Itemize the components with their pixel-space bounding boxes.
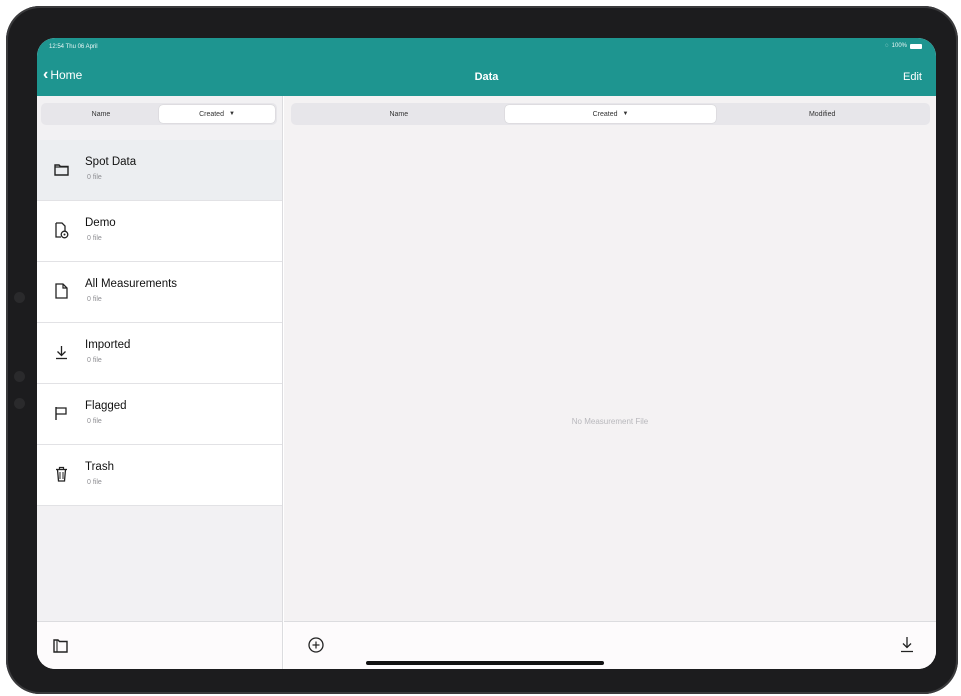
item-file-count: 0 file bbox=[87, 174, 102, 181]
main-content: Name Created ▼ Modified No Measurement F… bbox=[284, 96, 936, 669]
sidebar-toolbar bbox=[37, 621, 282, 669]
app-screen: 12:54 Thu 06 April ◌ 100% ‹ Home Data Ed… bbox=[37, 38, 936, 669]
sort-option-label: Created bbox=[592, 110, 618, 118]
item-file-count: 0 file bbox=[87, 357, 102, 364]
new-folder-icon[interactable] bbox=[53, 639, 68, 658]
top-bar: 12:54 Thu 06 April ◌ 100% ‹ Home Data Ed… bbox=[37, 38, 936, 96]
sort-option-created[interactable]: Created ▼ bbox=[159, 105, 275, 123]
sort-option-label: Modified bbox=[808, 110, 836, 118]
sidebar-item-demo[interactable]: Demo 0 file bbox=[37, 201, 282, 262]
trash-icon bbox=[53, 465, 69, 483]
item-file-count: 0 file bbox=[87, 296, 102, 303]
status-bar: 12:54 Thu 06 April ◌ 100% bbox=[37, 38, 936, 56]
status-indicators: ◌ 100% bbox=[885, 43, 922, 49]
item-title: Spot Data bbox=[85, 156, 137, 168]
folder-list: Spot Data 0 file Demo 0 file All Measure… bbox=[37, 140, 282, 506]
demo-document-icon bbox=[53, 221, 69, 239]
device-side-button bbox=[14, 292, 25, 303]
item-title: Imported bbox=[85, 339, 131, 351]
item-title: Demo bbox=[85, 217, 116, 229]
sort-option-label: Name bbox=[389, 110, 409, 118]
sort-option-name[interactable]: Name bbox=[43, 105, 159, 123]
edit-button[interactable]: Edit bbox=[903, 71, 922, 83]
sort-option-label: Name bbox=[91, 110, 111, 118]
battery-icon bbox=[910, 43, 922, 49]
sidebar-sort-control: Name Created ▼ bbox=[41, 103, 277, 125]
folder-icon bbox=[53, 160, 69, 178]
document-icon bbox=[53, 282, 69, 300]
sidebar-item-all-measurements[interactable]: All Measurements 0 file bbox=[37, 262, 282, 323]
download-icon[interactable] bbox=[900, 636, 914, 658]
caret-down-icon: ▼ bbox=[622, 111, 629, 117]
add-circle-icon[interactable] bbox=[308, 637, 324, 658]
item-file-count: 0 file bbox=[87, 479, 102, 486]
status-time: 12:54 Thu 06 April bbox=[49, 44, 98, 50]
sort-option-modified[interactable]: Modified bbox=[716, 105, 928, 123]
item-title: All Measurements bbox=[85, 278, 178, 290]
sidebar: Name Created ▼ Spot Data 0 file Demo 0 f… bbox=[37, 96, 283, 669]
item-title: Trash bbox=[85, 461, 114, 473]
device-side-button bbox=[14, 371, 25, 382]
item-file-count: 0 file bbox=[87, 418, 102, 425]
navigation-bar: ‹ Home Data Edit bbox=[37, 62, 936, 90]
flag-icon bbox=[53, 404, 69, 422]
sidebar-item-spot-data[interactable]: Spot Data 0 file bbox=[37, 140, 282, 201]
sidebar-item-imported[interactable]: Imported 0 file bbox=[37, 323, 282, 384]
sort-option-name[interactable]: Name bbox=[293, 105, 505, 123]
item-file-count: 0 file bbox=[87, 235, 102, 242]
item-title: Flagged bbox=[85, 400, 127, 412]
caret-down-icon: ▼ bbox=[228, 111, 235, 117]
device-side-button bbox=[14, 398, 25, 409]
main-sort-control: Name Created ▼ Modified bbox=[291, 103, 930, 125]
wifi-icon: ◌ bbox=[885, 43, 889, 49]
page-title: Data bbox=[474, 71, 499, 83]
sidebar-item-trash[interactable]: Trash 0 file bbox=[37, 445, 282, 506]
sort-option-label: Created bbox=[199, 110, 224, 118]
battery-percentage: 100% bbox=[891, 43, 907, 49]
download-icon bbox=[53, 343, 69, 361]
home-indicator[interactable] bbox=[366, 661, 604, 665]
sort-option-created[interactable]: Created ▼ bbox=[504, 105, 717, 123]
empty-state-message: No Measurement File bbox=[571, 417, 649, 426]
sidebar-item-flagged[interactable]: Flagged 0 file bbox=[37, 384, 282, 445]
